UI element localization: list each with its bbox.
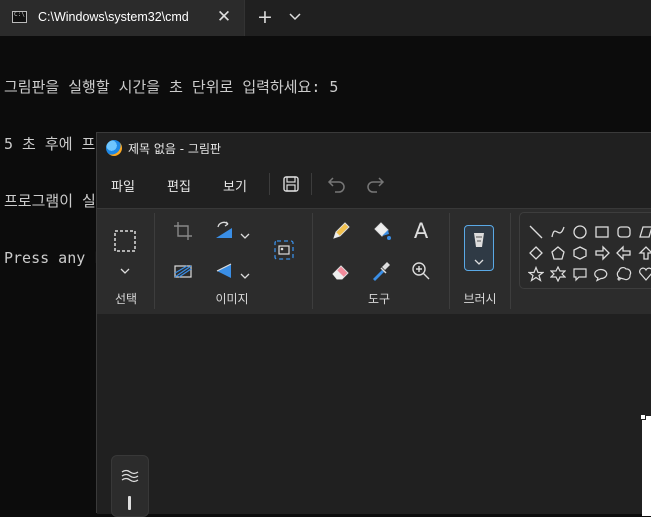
group-label-tools: 도구 bbox=[367, 292, 391, 306]
group-label-image: 이미지 bbox=[215, 292, 249, 306]
pencil-icon[interactable] bbox=[329, 219, 353, 243]
paint-menu-bar: 파일 편집 보기 bbox=[97, 163, 651, 205]
rounded-rectangle-shape-icon[interactable] bbox=[616, 224, 632, 240]
ribbon-divider bbox=[312, 213, 313, 309]
eraser-icon[interactable] bbox=[329, 259, 353, 283]
canvas-resize-handle[interactable] bbox=[640, 414, 646, 420]
paint-ribbon: 선택 이미지 A 도구 브러시 bbox=[97, 208, 651, 315]
heart-shape-icon[interactable] bbox=[638, 266, 651, 282]
terminal-line: 그림판을 실행할 시간을 초 단위로 입력하세요: 5 bbox=[4, 78, 339, 96]
cmd-icon bbox=[12, 11, 27, 23]
rectangle-shape-icon[interactable] bbox=[594, 224, 610, 240]
ribbon-divider bbox=[154, 213, 155, 309]
ribbon-divider bbox=[449, 213, 450, 309]
curve-shape-icon[interactable] bbox=[550, 224, 566, 240]
rotate-icon[interactable] bbox=[212, 219, 236, 243]
image-properties-icon[interactable] bbox=[272, 238, 296, 262]
paint-title-bar: 제목 없음 - 그림판 bbox=[97, 133, 651, 163]
fill-bucket-icon[interactable] bbox=[369, 219, 393, 243]
hexagon-shape-icon[interactable] bbox=[572, 245, 588, 261]
menu-view[interactable]: 보기 bbox=[223, 176, 247, 195]
cloud-callout-shape-icon[interactable] bbox=[616, 266, 632, 282]
ribbon-divider bbox=[510, 213, 511, 309]
redo-icon[interactable] bbox=[363, 172, 387, 196]
menu-divider bbox=[311, 173, 312, 195]
menu-edit[interactable]: 편집 bbox=[167, 176, 191, 195]
layers-panel-button[interactable] bbox=[111, 455, 149, 517]
star-shape-icon[interactable] bbox=[527, 265, 545, 282]
canvas[interactable] bbox=[642, 416, 651, 516]
slider-handle[interactable] bbox=[128, 496, 131, 510]
shapes-gallery bbox=[519, 212, 651, 289]
tab-title: C:\Windows\system32\cmd bbox=[38, 10, 189, 24]
undo-icon[interactable] bbox=[325, 172, 349, 196]
right-arrow-shape-icon[interactable] bbox=[594, 245, 610, 261]
paint-window-title: 제목 없음 - 그림판 bbox=[128, 142, 222, 156]
group-label-brushes: 브러시 bbox=[463, 292, 497, 306]
canvas-workspace[interactable] bbox=[97, 314, 651, 514]
menu-divider bbox=[269, 173, 270, 195]
save-icon[interactable] bbox=[279, 172, 303, 196]
crop-icon[interactable] bbox=[171, 219, 195, 243]
select-dropdown-icon[interactable] bbox=[120, 261, 130, 274]
select-rectangle-icon[interactable] bbox=[113, 229, 137, 253]
diamond-shape-icon[interactable] bbox=[528, 245, 544, 261]
tab-close-icon[interactable]: ✕ bbox=[215, 7, 233, 27]
group-label-selection: 선택 bbox=[114, 292, 138, 306]
tab-dropdown-icon[interactable] bbox=[285, 9, 305, 27]
paint-window: 제목 없음 - 그림판 파일 편집 보기 선택 이미지 A 도구 브러시 bbox=[96, 132, 651, 517]
menu-file[interactable]: 파일 bbox=[111, 176, 135, 195]
flip-icon[interactable] bbox=[212, 259, 236, 283]
paint-app-icon bbox=[106, 140, 122, 156]
polygon-shape-icon[interactable] bbox=[638, 224, 651, 240]
text-tool-icon[interactable]: A bbox=[409, 219, 433, 243]
oval-callout-shape-icon[interactable] bbox=[594, 266, 610, 282]
rotate-dropdown-icon[interactable] bbox=[240, 226, 250, 239]
tab-cmd[interactable]: C:\Windows\system32\cmd ✕ bbox=[0, 0, 245, 36]
left-arrow-shape-icon[interactable] bbox=[616, 245, 632, 261]
up-arrow-shape-icon[interactable] bbox=[638, 245, 651, 261]
magnifier-icon[interactable] bbox=[409, 259, 433, 283]
new-tab-icon[interactable]: + bbox=[256, 7, 274, 27]
resize-icon[interactable] bbox=[171, 259, 195, 283]
line-shape-icon[interactable] bbox=[528, 224, 544, 240]
pentagon-shape-icon[interactable] bbox=[550, 245, 566, 261]
brush-button[interactable] bbox=[464, 225, 494, 271]
six-point-star-shape-icon[interactable] bbox=[549, 265, 567, 283]
rect-callout-shape-icon[interactable] bbox=[572, 266, 588, 282]
oval-shape-icon[interactable] bbox=[572, 224, 588, 240]
brush-dropdown-icon[interactable] bbox=[474, 257, 484, 267]
flip-dropdown-icon[interactable] bbox=[240, 266, 250, 279]
terminal-tab-bar: C:\Windows\system32\cmd ✕ + bbox=[0, 0, 651, 36]
color-picker-icon[interactable] bbox=[369, 259, 393, 283]
